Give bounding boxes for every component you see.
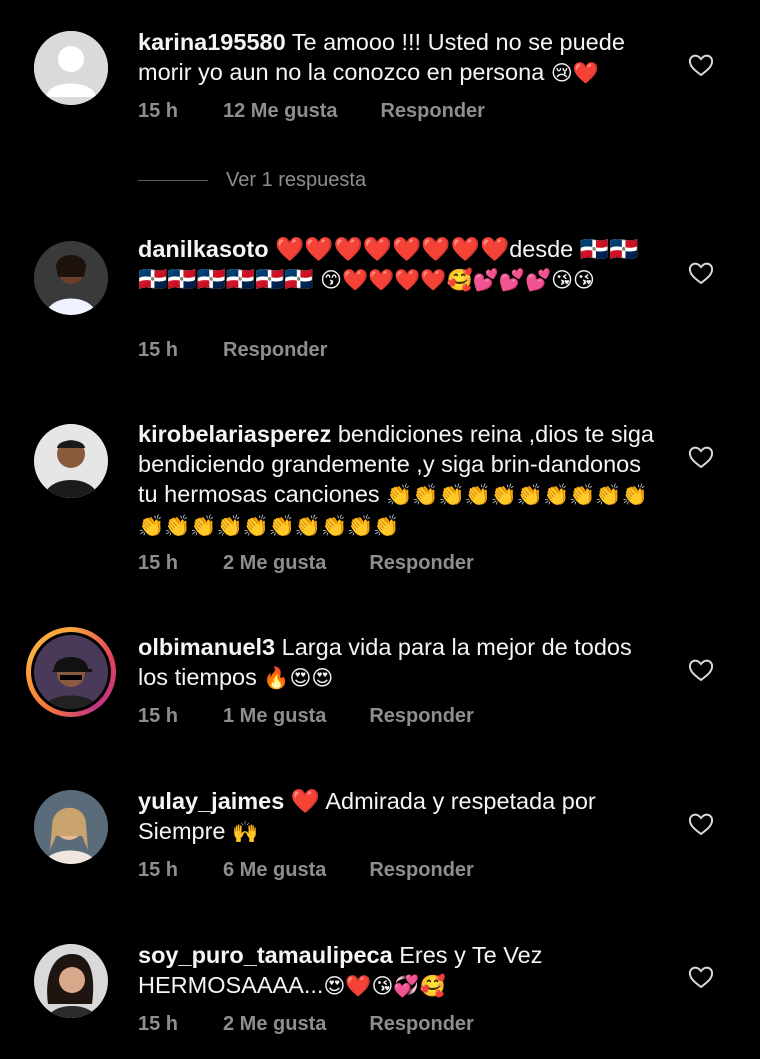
- timestamp: 15 h: [138, 551, 179, 574]
- comment-text: danilkasoto ❤️❤️❤️❤️❤️❤️❤️❤️desde 🇩🇴🇩🇴🇩🇴…: [138, 234, 666, 295]
- username[interactable]: kirobelariasperez: [138, 421, 331, 447]
- comment-text: soy_puro_tamaulipeca Eres y Te Vez HERMO…: [138, 940, 666, 1001]
- reply-button[interactable]: Responder: [369, 705, 473, 728]
- comment-text: olbimanuel3 Larga vida para la mejor de …: [138, 632, 666, 693]
- avatar-soy_puro_tamaulipeca[interactable]: [34, 944, 108, 1018]
- comment-meta: 15 h 6 Me gusta Responder: [138, 856, 474, 884]
- comment-meta: 15 h Responder: [138, 336, 327, 364]
- reply-button[interactable]: Responder: [369, 1013, 473, 1036]
- comment-emojis: 😍❤️😘💞🥰: [323, 974, 446, 998]
- profile-photo: [34, 241, 108, 315]
- avatar-kirobelariasperez[interactable]: [34, 424, 108, 498]
- reply-button[interactable]: Responder: [369, 552, 473, 575]
- like-heart-icon[interactable]: [687, 443, 715, 471]
- like-heart-icon[interactable]: [687, 259, 715, 287]
- like-count[interactable]: 1 Me gusta: [223, 705, 326, 728]
- timestamp: 15 h: [138, 858, 179, 881]
- profile-photo: [34, 944, 108, 1018]
- story-ring: [31, 632, 111, 712]
- comment-meta: 15 h 1 Me gusta Responder: [138, 702, 474, 730]
- like-count[interactable]: 12 Me gusta: [223, 100, 337, 123]
- like-count[interactable]: 2 Me gusta: [223, 552, 326, 575]
- profile-photo: [34, 790, 108, 864]
- reply-button[interactable]: Responder: [369, 859, 473, 882]
- username[interactable]: olbimanuel3: [138, 634, 275, 660]
- avatar-danilkasoto[interactable]: [34, 241, 108, 315]
- reply-button[interactable]: Responder: [380, 100, 484, 123]
- comment-emojis: 😙❤️❤️❤️❤️🥰💕💕💕😘😘: [320, 268, 595, 292]
- username[interactable]: karina195580: [138, 29, 286, 55]
- reply-button[interactable]: Responder: [223, 339, 327, 362]
- comment-emojis: 🔥😍😍: [263, 666, 334, 690]
- like-heart-icon[interactable]: [687, 963, 715, 991]
- username[interactable]: yulay_jaimes: [138, 788, 284, 814]
- profile-photo: [34, 635, 108, 709]
- like-count[interactable]: 2 Me gusta: [223, 1013, 326, 1036]
- timestamp: 15 h: [138, 704, 179, 727]
- timestamp: 15 h: [138, 338, 179, 361]
- timestamp: 15 h: [138, 99, 179, 122]
- comment-text: yulay_jaimes ❤️ Admirada y respetada por…: [138, 786, 666, 847]
- timestamp: 15 h: [138, 1012, 179, 1035]
- comment-emojis: 😢❤️: [550, 61, 599, 85]
- profile-photo: [34, 424, 108, 498]
- view-replies-label: Ver 1 respuesta: [226, 168, 367, 191]
- avatar-olbimanuel3[interactable]: [26, 627, 116, 717]
- like-heart-icon[interactable]: [687, 656, 715, 684]
- username[interactable]: danilkasoto: [138, 236, 269, 262]
- default-avatar-icon: [34, 31, 108, 105]
- comment-emojis: 🙌: [232, 820, 259, 844]
- like-heart-icon[interactable]: [687, 810, 715, 838]
- like-count[interactable]: 6 Me gusta: [223, 859, 326, 882]
- replies-divider: [138, 179, 208, 181]
- comment-meta: 15 h 12 Me gusta Responder: [138, 97, 485, 125]
- like-heart-icon[interactable]: [687, 51, 715, 79]
- comment-meta: 15 h 2 Me gusta Responder: [138, 549, 474, 577]
- comment-text: karina195580 Te amooo !!! Usted no se pu…: [138, 27, 666, 88]
- comment-meta: 15 h 2 Me gusta Responder: [138, 1010, 474, 1038]
- avatar-karina195580[interactable]: [34, 31, 108, 105]
- avatar-yulay_jaimes[interactable]: [34, 790, 108, 864]
- username[interactable]: soy_puro_tamaulipeca: [138, 942, 393, 968]
- view-replies-button[interactable]: Ver 1 respuesta: [138, 166, 366, 194]
- comment-text: kirobelariasperez bendiciones reina ,dio…: [138, 419, 666, 541]
